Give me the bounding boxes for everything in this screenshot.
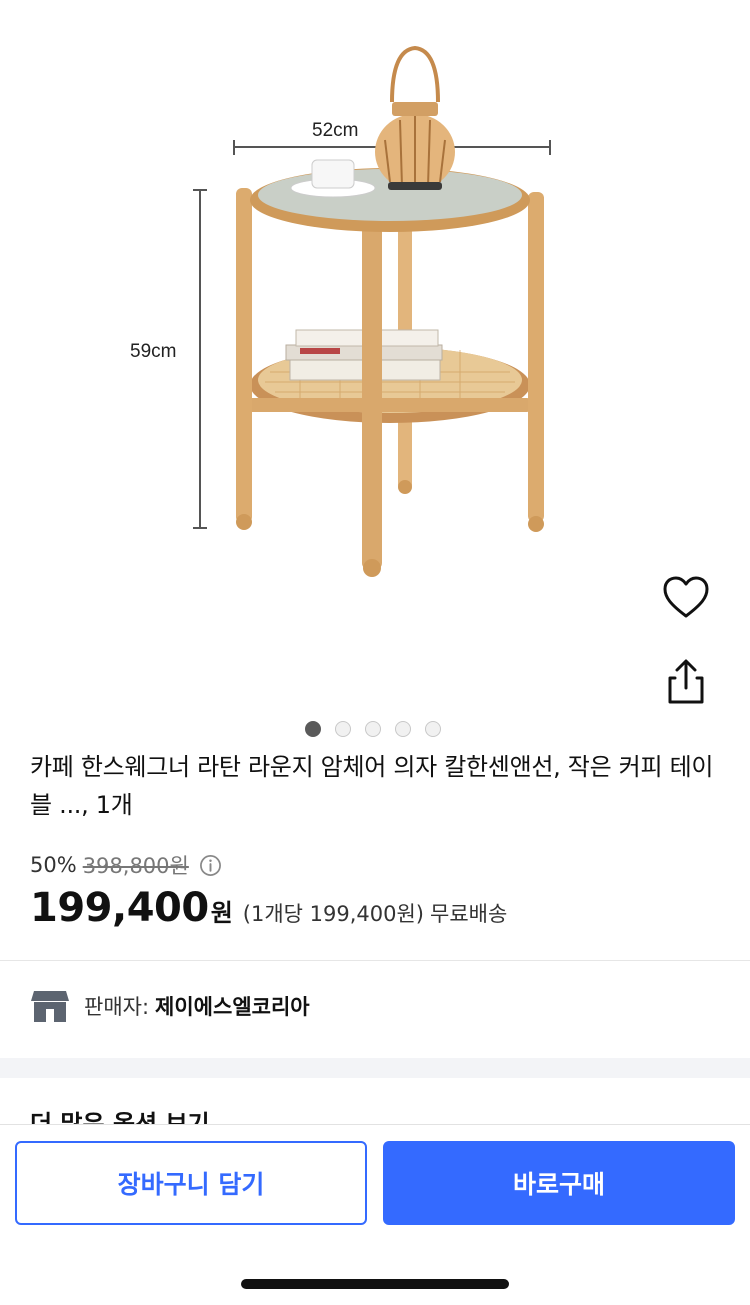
pager-dot[interactable] bbox=[305, 721, 321, 737]
height-label: 59cm bbox=[130, 341, 177, 362]
share-button[interactable] bbox=[660, 656, 712, 708]
discount-rate: 50% bbox=[30, 853, 77, 877]
bottom-action-bar: 장바구니 담기 바로구매 bbox=[0, 1124, 750, 1305]
pager-dot[interactable] bbox=[425, 721, 441, 737]
product-image-illustration bbox=[193, 45, 551, 577]
info-icon[interactable] bbox=[199, 854, 222, 877]
pager-dot[interactable] bbox=[395, 721, 411, 737]
wish-button[interactable] bbox=[660, 572, 712, 624]
share-icon bbox=[668, 659, 704, 704]
add-to-cart-button[interactable]: 장바구니 담기 bbox=[15, 1141, 367, 1225]
original-price: 398,800원 bbox=[82, 854, 189, 878]
seller-name[interactable]: 제이에스엘코리아 bbox=[155, 991, 310, 1021]
section-separator bbox=[0, 1058, 750, 1078]
image-pager bbox=[305, 721, 441, 737]
product-title: 카페 한스웨그너 라탄 라운지 암체어 의자 칼한센앤선, 작은 커피 테이블 … bbox=[30, 753, 714, 819]
seller-label: 판매자: bbox=[84, 995, 150, 1019]
product-image[interactable]: 52cm 59cm bbox=[0, 0, 750, 720]
buy-now-button[interactable]: 바로구매 bbox=[383, 1141, 735, 1225]
price-unit: 원 bbox=[210, 899, 233, 927]
unit-price: (1개당 199,400원) bbox=[242, 902, 425, 926]
seller-row[interactable]: 판매자: 제이에스엘코리아 bbox=[30, 988, 310, 1024]
more-options-link[interactable]: 더 많은 옵션 보기 bbox=[30, 1104, 210, 1126]
pager-dot[interactable] bbox=[335, 721, 351, 737]
pager-dot[interactable] bbox=[365, 721, 381, 737]
width-label: 52cm bbox=[312, 120, 359, 141]
heart-icon bbox=[663, 576, 709, 618]
discount-row: 50% 398,800원 bbox=[30, 850, 222, 880]
shipping-info: 무료배송 bbox=[430, 902, 508, 926]
home-indicator[interactable] bbox=[241, 1279, 509, 1289]
divider bbox=[0, 960, 750, 961]
store-icon bbox=[31, 991, 69, 1022]
sale-price: 199,400 bbox=[30, 885, 209, 931]
price-row: 199,400 원 (1개당 199,400원) 무료배송 bbox=[30, 885, 507, 931]
